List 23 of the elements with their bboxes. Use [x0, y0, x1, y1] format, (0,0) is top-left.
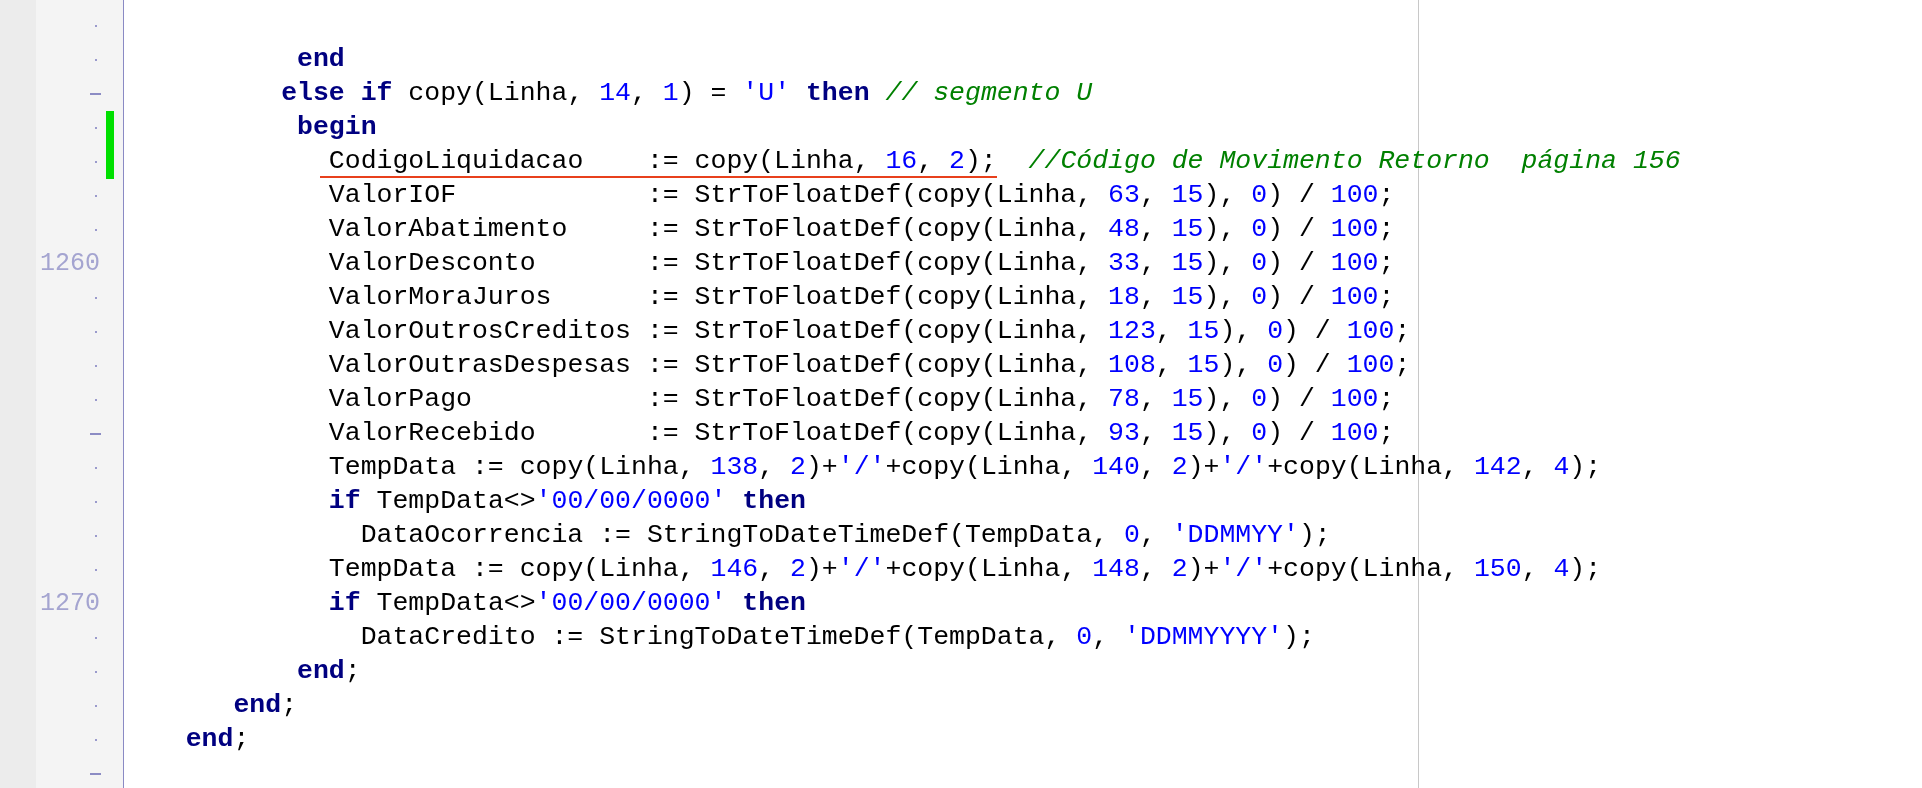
line-number: 1270 [40, 588, 100, 620]
code-line: end; [232, 688, 298, 722]
line-number: 1260 [40, 248, 100, 280]
code-line: ValorAbatimento := StrToFloatDef(copy(Linha, 48, 15), 0) / 100; [327, 212, 1395, 246]
code-line: begin [296, 110, 377, 144]
code-line: TempData := copy(Linha, 138, 2)+'/'+copy(Linha, 140, 2)+'/'+copy(Linha, 142, 4); [327, 450, 1602, 484]
code-line: else if copy(Linha, 14, 1) = 'U' then // segmento U [280, 76, 1093, 110]
code-line: if TempData<>'00/00/0000' then [327, 484, 806, 518]
code-line: ValorPago := StrToFloatDef(copy(Linha, 78, 15), 0) / 100; [327, 382, 1395, 416]
code-line: CodigoLiquidacao := copy(Linha, 16, 2); //Código de Movimento Retorno página 156 [138, 143, 1681, 178]
code-line: DataCredito := StringToDateTimeDef(TempData, 0, 'DDMMYYYY'); [359, 620, 1315, 654]
code-line: ValorOutrasDespesas := StrToFloatDef(copy(Linha, 108, 15), 0) / 100; [327, 348, 1411, 382]
code-line: if TempData<>'00/00/0000' then [327, 586, 806, 620]
code-line: DataOcorrencia := StringToDateTimeDef(TempData, 0, 'DDMMYY'); [359, 518, 1331, 552]
code-line: ValorDesconto := StrToFloatDef(copy(Linha, 33, 15), 0) / 100; [327, 246, 1395, 280]
code-line: ValorRecebido := StrToFloatDef(copy(Linha, 93, 15), 0) / 100; [327, 416, 1395, 450]
code-line: ValorIOF := StrToFloatDef(copy(Linha, 63, 15), 0) / 100; [327, 178, 1395, 212]
code-line: ValorOutrosCreditos := StrToFloatDef(copy(Linha, 123, 15), 0) / 100; [327, 314, 1411, 348]
code-line: end; [296, 654, 361, 688]
code-line: ValorMoraJuros := StrToFloatDef(copy(Linha, 18, 15), 0) / 100; [327, 280, 1395, 314]
code-line: TempData := copy(Linha, 146, 2)+'/'+copy(Linha, 148, 2)+'/'+copy(Linha, 150, 4); [327, 552, 1602, 586]
code-line: end [296, 42, 345, 76]
code-line: end; [184, 722, 250, 756]
